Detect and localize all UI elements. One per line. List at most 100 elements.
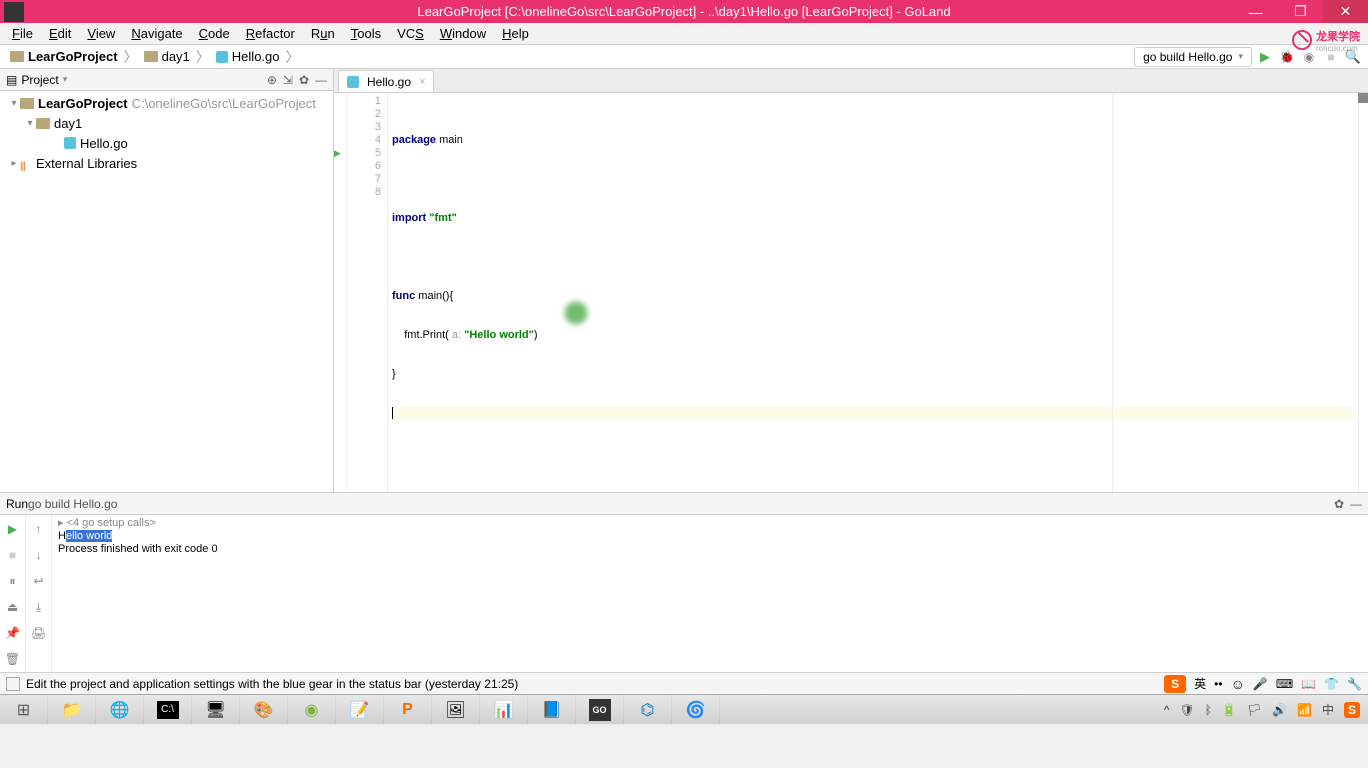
tray-bluetooth-icon[interactable]: ᛒ [1205,703,1212,717]
hide-icon[interactable]: — [315,73,327,87]
menu-help[interactable]: Help [494,24,537,43]
taskbar-paint[interactable]: 🎨 [240,695,288,725]
hide-icon[interactable]: — [1350,497,1362,511]
menu-view[interactable]: View [79,24,123,43]
tray-app-icon[interactable]: 🛡 [1179,703,1194,717]
pin-icon[interactable]: 📌 [5,625,21,641]
taskbar-photos[interactable]: 🖼 [432,695,480,725]
breadcrumb-project[interactable]: LearGoProject [6,49,122,64]
mic-icon[interactable]: 🎤 [1253,677,1268,691]
menu-vcs[interactable]: VCS [389,24,432,43]
up-icon[interactable]: ↑ [31,521,47,537]
editor-tab-hello[interactable]: Hello.go × [338,70,434,92]
taskbar-explorer[interactable]: 📁 [48,695,96,725]
tray-wifi-icon[interactable]: 📶 [1297,703,1312,717]
tray-chevron-icon[interactable]: ^ [1164,703,1170,717]
down-icon[interactable]: ↓ [31,547,47,563]
menu-refactor[interactable]: Refactor [238,24,303,43]
chevron-right-icon: 〉 [284,47,302,67]
tree-external-libraries[interactable]: ▸ External Libraries [0,153,333,173]
breadcrumb-folder[interactable]: day1 [140,49,194,64]
dict-icon[interactable]: 📖 [1301,677,1316,691]
menu-file[interactable]: File [4,24,41,43]
gear-icon[interactable]: ✿ [299,73,309,87]
library-icon [20,157,32,169]
close-tab-icon[interactable]: × [419,76,425,88]
run-configuration-dropdown[interactable]: go build Hello.go ▾ [1134,47,1252,67]
menu-window[interactable]: Window [432,24,494,43]
chevron-down-icon[interactable]: ▾ [24,118,36,129]
skin-icon[interactable]: 👕 [1324,677,1339,691]
tool-windows-icon[interactable] [6,677,20,691]
run-panel-header: Run go build Hello.go ✿ — [0,493,1368,515]
chevron-right-icon[interactable]: ▸ [8,158,20,169]
chevron-down-icon: ▾ [1238,51,1243,62]
project-tree[interactable]: ▾ LearGoProject C:\onelineGo\src\LearGoP… [0,91,333,492]
soft-wrap-icon[interactable]: ↩ [31,573,47,589]
taskbar-app3[interactable]: 📘 [528,695,576,725]
tool-icon[interactable]: 🔧 [1347,677,1362,691]
menu-code[interactable]: Code [191,24,238,43]
folder-icon [144,51,158,62]
close-button[interactable]: ✕ [1323,0,1368,23]
trash-icon[interactable]: 🗑 [5,651,21,667]
taskbar-vscode[interactable]: ⌬ [624,695,672,725]
cursor-highlight-blob [562,299,590,327]
breadcrumb: LearGoProject 〉 day1 〉 Hello.go 〉 [6,47,302,67]
selected-text: ello world [66,530,112,542]
run-button[interactable]: ▶ [1256,48,1274,66]
taskbar-browser[interactable]: ◉ [288,695,336,725]
menu-navigate[interactable]: Navigate [123,24,190,43]
taskbar-ppt[interactable]: P [384,695,432,725]
tray-battery-icon[interactable]: 🔋 [1222,703,1237,717]
ime-indicator[interactable]: S [1164,675,1186,693]
app-icon [4,2,24,22]
ime-lang[interactable]: 英 [1194,675,1206,692]
menu-tools[interactable]: Tools [343,24,389,43]
run-gutter-icon[interactable]: ▶ [334,147,341,160]
collapse-all-icon[interactable]: ⇲ [283,73,293,87]
pause-icon[interactable]: ⏸ [5,573,21,589]
editor-right-gutter[interactable] [1358,93,1368,492]
exit-icon[interactable]: ⏏ [5,599,21,615]
taskbar-app4[interactable]: 🌀 [672,695,720,725]
print-icon[interactable]: 🖨 [31,625,47,641]
editor-area: Hello.go × 1 2 3 4 5▶ 6 7 8 package main… [334,69,1368,492]
minimize-button[interactable]: — [1233,0,1278,23]
run-toolbar-left: ▶ ■ ⏸ ⏏ 📌 🗑 [0,515,26,672]
code-editor[interactable]: package main import "fmt" func main(){ f… [388,93,1358,492]
gear-icon[interactable]: ✿ [1334,497,1344,511]
chevron-down-icon[interactable]: ▾ [8,98,20,109]
menu-run[interactable]: Run [303,24,343,43]
stop-icon[interactable]: ■ [5,547,21,563]
start-button[interactable]: ⊞ [0,695,48,725]
taskbar-goland[interactable]: GO [576,695,624,725]
taskbar-chrome[interactable]: 🌐 [96,695,144,725]
tray-volume-icon[interactable]: 🔊 [1272,703,1287,717]
tray-s-icon[interactable]: S [1344,702,1360,718]
window-titlebar: LearGoProject [C:\onelineGo\src\LearGoPr… [0,0,1368,23]
run-console-output[interactable]: ▸ <4 go setup calls> Hello world Process… [52,515,1368,672]
taskbar-notepad[interactable]: 📝 [336,695,384,725]
tree-folder[interactable]: ▾ day1 [0,113,333,133]
taskbar-terminal[interactable]: C:\ [144,695,192,725]
tree-project-root[interactable]: ▾ LearGoProject C:\onelineGo\src\LearGoP… [0,93,333,113]
taskbar-app2[interactable]: 📊 [480,695,528,725]
chevron-down-icon[interactable]: ▾ [63,74,68,85]
scroll-from-source-icon[interactable]: ⊕ [267,73,277,87]
chevron-right-icon: 〉 [194,47,212,67]
tray-lang-icon[interactable]: 中 [1322,701,1334,718]
ime-punct-icon[interactable]: •• [1214,677,1222,691]
project-panel-title: Project [21,73,58,87]
menu-edit[interactable]: Edit [41,24,79,43]
taskbar-app1[interactable]: 🖥 [192,695,240,725]
tray-flag-icon[interactable]: 🏳 [1247,703,1262,717]
maximize-button[interactable]: ❐ [1278,0,1323,23]
keyboard-icon[interactable]: ⌨ [1276,677,1293,691]
breadcrumb-file[interactable]: Hello.go [212,49,284,64]
scroll-end-icon[interactable]: ⤓ [31,599,47,615]
tree-file[interactable]: Hello.go [0,133,333,153]
emoji-icon[interactable]: ☺ [1231,676,1245,692]
rerun-icon[interactable]: ▶ [5,521,21,537]
inspection-indicator[interactable] [1358,93,1368,103]
